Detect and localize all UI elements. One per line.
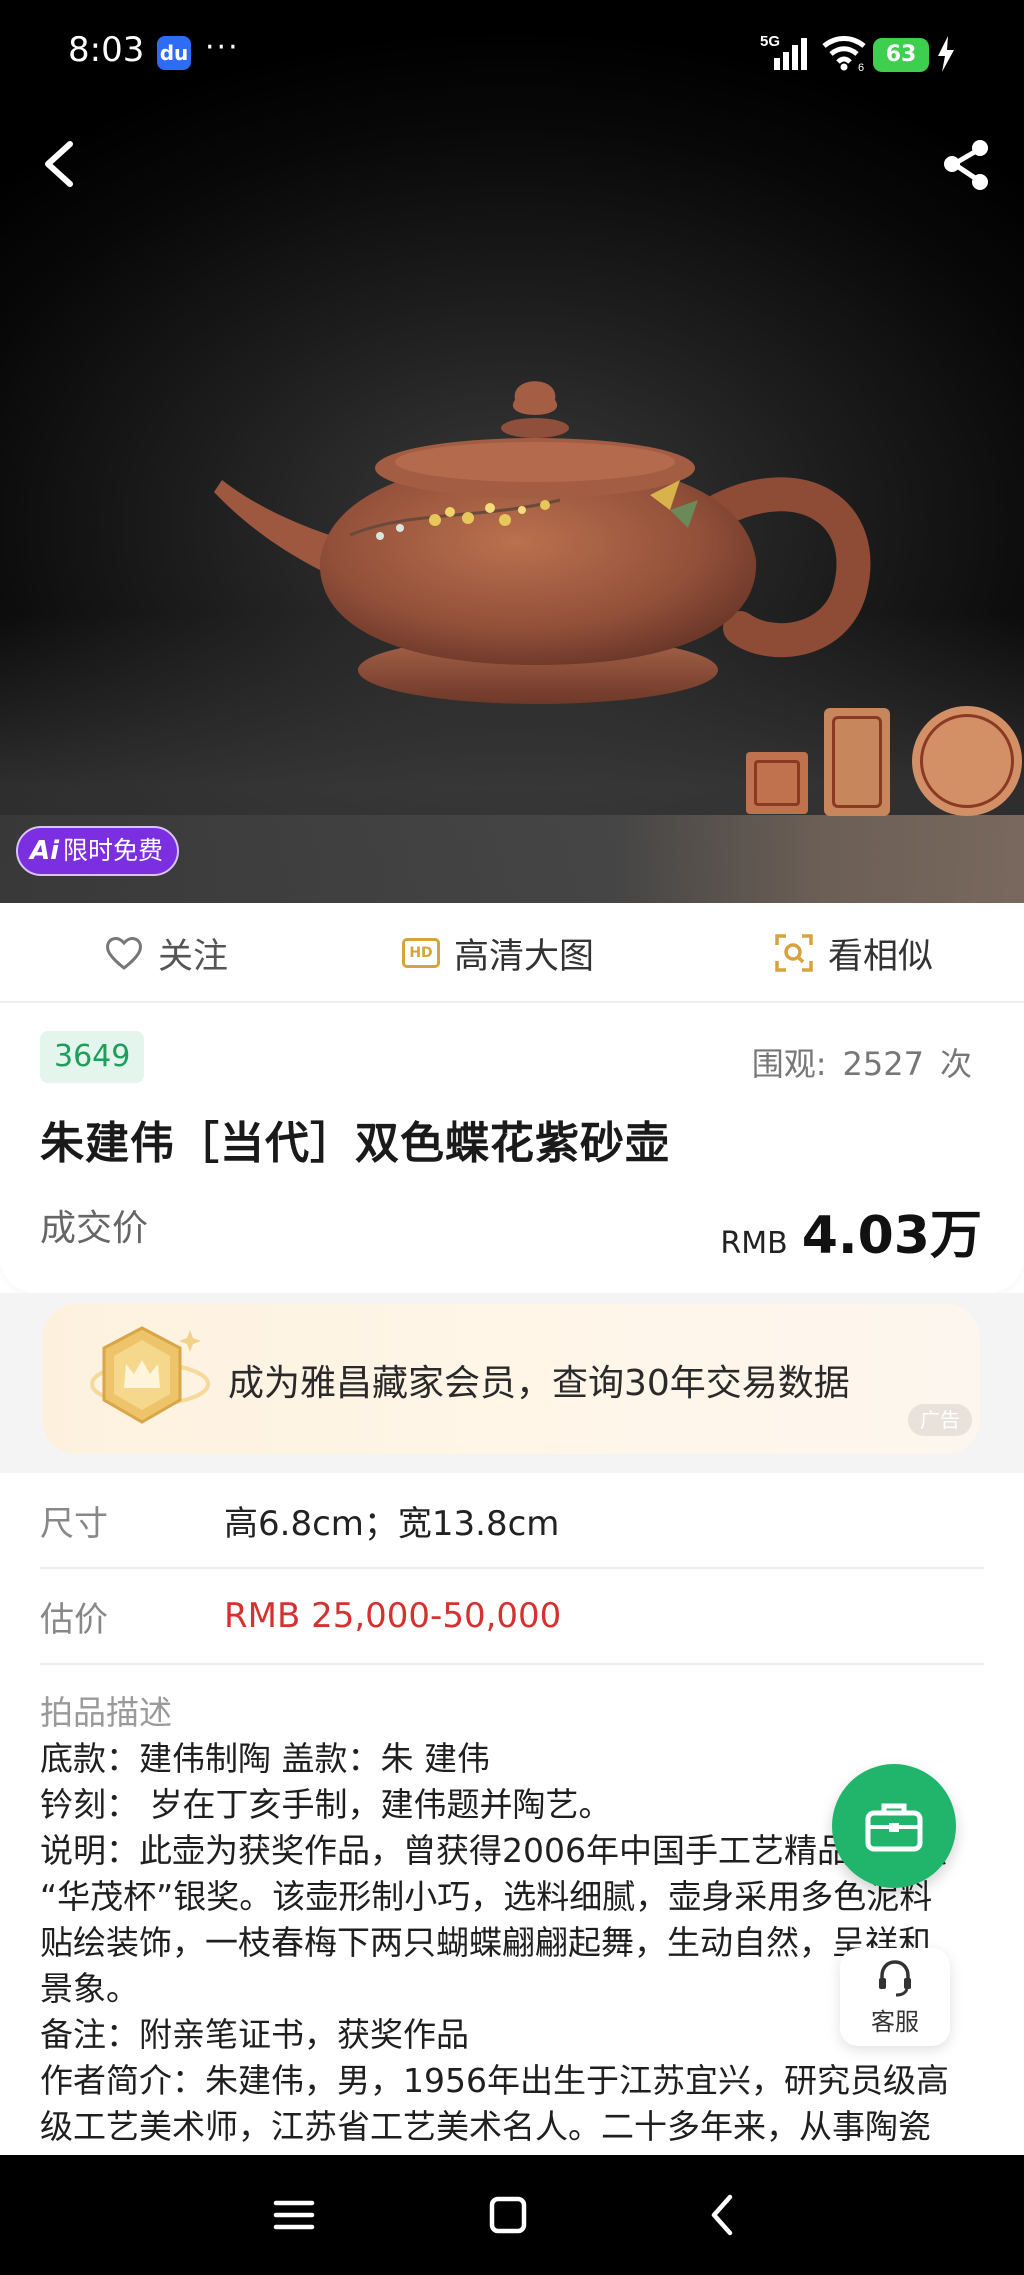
heart-icon: [106, 937, 142, 970]
deal-value: 4.03万: [801, 1206, 982, 1266]
status-bar: 8:03 du ··· 5G 6 63: [0, 0, 1024, 110]
description-line: 作者简介：朱建伟，男，1956年出生于江苏宜兴，研究员级高: [40, 2061, 949, 2100]
seal-mark-image: [746, 752, 808, 814]
size-label: 尺寸: [40, 1503, 108, 1544]
share-icon[interactable]: [940, 136, 992, 192]
floating-briefcase-button[interactable]: [832, 1764, 956, 1888]
service-label: 客服: [871, 2007, 919, 2036]
description-line: “华茂杯”银奖。该壶形制小巧，选料细腻，壶身采用多色泥料: [40, 1877, 933, 1916]
deal-price-label: 成交价: [40, 1208, 149, 1249]
seal-border: [754, 760, 800, 806]
size-value: 高6.8cm；宽13.8cm: [224, 1503, 560, 1544]
headset-icon: [879, 1959, 911, 1996]
view-count: 围观: 2527 次: [752, 1039, 972, 1085]
crown-badge-icon: [90, 1326, 210, 1424]
lot-title: 朱建伟［当代］双色蝶花紫砂壶: [40, 1118, 670, 1169]
size-row: 尺寸 高6.8cm；宽13.8cm: [40, 1473, 984, 1569]
seal-border: [832, 716, 882, 808]
seal-mark-image: [912, 706, 1022, 816]
promo-text: 成为雅昌藏家会员，查询30年交易数据: [228, 1363, 850, 1404]
battery-level: 63: [873, 38, 929, 72]
status-time: 8:03: [68, 30, 145, 70]
follow-button[interactable]: 关注: [104, 903, 228, 1003]
find-similar-label: 看相似: [828, 936, 934, 977]
back-icon[interactable]: [696, 2187, 752, 2243]
seal-mark-image: [824, 708, 890, 816]
lot-number-badge: 3649: [40, 1031, 145, 1083]
views-label: 围观:: [751, 1045, 827, 1083]
seal-border: [920, 714, 1014, 808]
scan-search-icon: [775, 934, 813, 972]
hd-image-button[interactable]: HD 高清大图: [402, 903, 594, 1003]
back-arrow-icon[interactable]: [36, 136, 84, 192]
ai-icon: Ai: [30, 836, 60, 866]
teapot-image: [214, 381, 871, 704]
ad-tag: 广告: [908, 1404, 972, 1436]
cellular-signal-icon: 5G: [760, 33, 807, 70]
ai-badge-label: 限时免费: [63, 836, 164, 865]
charging-bolt-icon: [938, 36, 954, 72]
ai-free-badge[interactable]: Ai 限时免费: [16, 826, 180, 876]
find-similar-button[interactable]: 看相似: [774, 903, 933, 1003]
home-icon[interactable]: [480, 2187, 536, 2243]
lot-info-card: 3649 围观: 2527 次 朱建伟［当代］双色蝶花紫砂壶 成交价 RMB 4.0…: [0, 1003, 1024, 1293]
baidu-app-icon: du: [157, 36, 191, 70]
description-line: 级工艺美术师，江苏省工艺美术名人。二十多年来，从事陶瓷: [40, 2107, 931, 2146]
views-unit: 次: [939, 1045, 972, 1083]
hd-icon: HD: [402, 938, 440, 968]
deal-price: RMB 4.03万: [720, 1193, 982, 1268]
briefcase-icon: [865, 1803, 923, 1852]
lot-description: 拍品描述 底款：建伟制陶 盖款：朱 建伟 钤刻： 岁在丁亥手制，建伟题并陶艺。 …: [40, 1690, 1000, 2150]
description-title: 拍品描述: [40, 1693, 172, 1732]
description-line: 底款：建伟制陶 盖款：朱 建伟: [40, 1739, 490, 1778]
network-type-label: 5G: [760, 33, 780, 50]
estimate-value: RMB 25,000-50,000: [224, 1596, 562, 1636]
estimate-row: 估价 RMB 25,000-50,000: [40, 1569, 984, 1665]
action-row: 关注 HD 高清大图 看相似: [0, 903, 1024, 1003]
more-notifications-icon: ···: [205, 30, 240, 65]
menu-icon[interactable]: [266, 2187, 322, 2243]
system-nav-bar: [0, 2155, 1024, 2275]
deal-currency: RMB: [720, 1226, 788, 1261]
membership-promo-banner[interactable]: 成为雅昌藏家会员，查询30年交易数据 广告: [42, 1304, 980, 1454]
wifi-sub-label: 6: [858, 62, 864, 72]
customer-service-button[interactable]: 客服: [840, 1948, 950, 2046]
hero-image[interactable]: Ai 限时免费: [0, 0, 1024, 903]
views-count: 2527: [842, 1045, 924, 1083]
hd-image-label: 高清大图: [454, 936, 595, 977]
estimate-label: 估价: [40, 1599, 108, 1640]
wifi-icon: 6: [822, 36, 866, 72]
follow-label: 关注: [158, 936, 229, 977]
